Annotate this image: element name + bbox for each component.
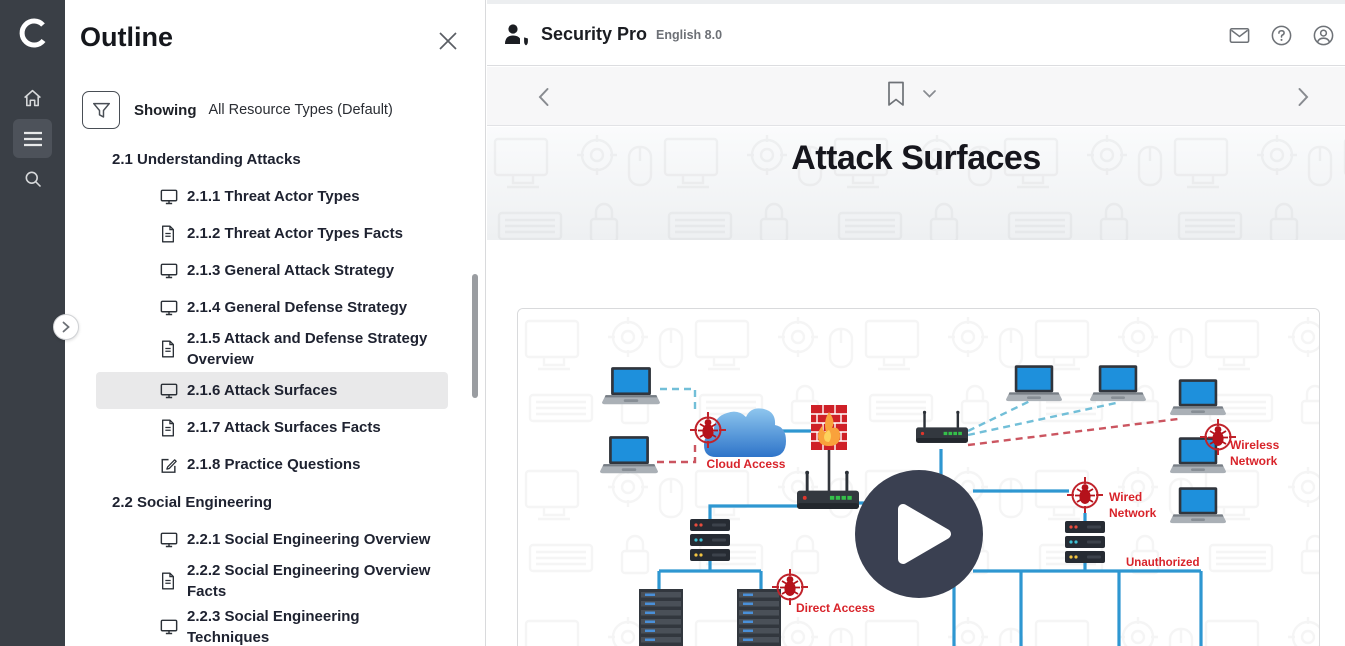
chevron-left-icon [537, 87, 550, 107]
video-lesson-icon [160, 531, 178, 549]
outline-item[interactable]: 2.2.2 Social Engineering Overview Facts [96, 558, 448, 604]
outline-item-label: 2.1.6 Attack Surfaces [187, 380, 337, 401]
outline-menu-button[interactable] [13, 119, 52, 158]
filter-showing-label: Showing [134, 102, 197, 119]
wireless-network-label-2: Network [1230, 454, 1278, 468]
wired-network-label: Wired [1109, 490, 1142, 504]
outline-section-label: 2.1 Understanding Attacks [96, 140, 448, 178]
outline-item[interactable]: 2.2.3 Social Engineering Techniques [96, 604, 448, 646]
close-icon [438, 31, 458, 51]
attack-surfaces-diagram: Cloud Access [518, 309, 1319, 646]
bookmark-group [887, 81, 936, 107]
video-lesson-icon [160, 618, 178, 636]
bookmark-icon [887, 81, 905, 107]
video-lesson-icon [160, 382, 178, 400]
outline-item-label: 2.1.2 Threat Actor Types Facts [187, 223, 403, 244]
outline-item[interactable]: 2.1.8 Practice Questions [96, 446, 448, 483]
outline-item[interactable]: 2.1.4 General Defense Strategy [96, 289, 448, 326]
document-icon [160, 340, 178, 358]
chevron-right-icon [1297, 87, 1310, 107]
outline-item-label: 2.1.4 General Defense Strategy [187, 297, 407, 318]
home-icon [22, 88, 43, 109]
outline-item-label: 2.1.8 Practice Questions [187, 454, 360, 475]
outline-item[interactable]: 2.1.3 General Attack Strategy [96, 252, 448, 289]
brand-logo[interactable] [0, 16, 65, 55]
course-title: Security Pro [541, 24, 647, 45]
wireless-network-label: Wireless [1230, 438, 1280, 452]
brand-c-icon [16, 16, 50, 50]
menu-outline-icon [23, 131, 43, 147]
search-button[interactable] [13, 159, 52, 198]
document-icon [160, 572, 178, 590]
outline-close-button[interactable] [435, 28, 461, 54]
video-lesson-icon [160, 299, 178, 317]
outline-item-selected[interactable]: 2.1.6 Attack Surfaces [96, 372, 448, 409]
direct-access-label: Direct Access [796, 601, 875, 615]
outline-item[interactable]: 2.2.1 Social Engineering Overview [96, 521, 448, 558]
filter-value: All Resource Types (Default) [209, 102, 393, 118]
course-header: Security Pro English 8.0 [487, 4, 1345, 66]
video-lesson-icon [160, 188, 178, 206]
outline-scrollbar-thumb[interactable] [472, 274, 478, 398]
search-icon [23, 169, 43, 189]
firewall-icon [811, 405, 847, 450]
outline-section-label: 2.2 Social Engineering [96, 483, 448, 521]
bookmark-button[interactable] [887, 81, 905, 107]
filter-button[interactable] [82, 91, 120, 129]
document-icon [160, 419, 178, 437]
outline-item-label: 2.1.5 Attack and Defense Strategy Overvi… [187, 328, 442, 370]
outline-item[interactable]: 2.1.1 Threat Actor Types [96, 178, 448, 215]
lesson-banner: Attack Surfaces [487, 127, 1345, 240]
security-pro-course-icon [503, 23, 531, 47]
outline-item[interactable]: 2.1.5 Attack and Defense Strategy Overvi… [96, 326, 448, 372]
outline-item[interactable]: 2.1.7 Attack Surfaces Facts [96, 409, 448, 446]
lesson-navbar [487, 67, 1345, 126]
outline-list: 2.1 Understanding Attacks 2.1.1 Threat Ac… [96, 140, 448, 646]
outline-item-label: 2.2.2 Social Engineering Overview Facts [187, 560, 442, 602]
outline-item-label: 2.2.3 Social Engineering Techniques [187, 606, 442, 646]
main-content: Security Pro English 8.0 [487, 0, 1345, 646]
outline-item[interactable]: 2.1.2 Threat Actor Types Facts [96, 215, 448, 252]
mail-button[interactable] [1227, 23, 1251, 47]
server-stack-icon [690, 519, 730, 561]
labsim-window: Outline Showing All Resource Types (Defa… [0, 0, 1345, 646]
unauthorized-label: Unauthorized [1126, 557, 1199, 569]
server-rack-icon [639, 589, 683, 646]
account-icon [1312, 24, 1335, 47]
mail-icon [1228, 24, 1251, 47]
panel-expand-button[interactable] [53, 314, 79, 340]
home-button[interactable] [13, 79, 52, 118]
video-lesson-icon [160, 262, 178, 280]
filter-row: Showing All Resource Types (Default) [82, 91, 393, 129]
page-title: Attack Surfaces [487, 139, 1345, 178]
document-icon [160, 225, 178, 243]
wired-network-label-2: Network [1109, 506, 1157, 520]
header-actions [1227, 4, 1335, 66]
bookmark-menu-button[interactable] [923, 90, 936, 98]
chevron-right-icon [61, 321, 71, 333]
next-lesson-button[interactable] [1291, 85, 1315, 109]
server-rack-icon [737, 589, 781, 646]
server-stack-icon [1065, 521, 1105, 563]
help-icon [1270, 24, 1293, 47]
outline-item-label: 2.2.1 Social Engineering Overview [187, 529, 430, 550]
cloud-access-label: Cloud Access [707, 457, 786, 471]
filter-funnel-icon [92, 101, 111, 120]
outline-item-label: 2.1.7 Attack Surfaces Facts [187, 417, 381, 438]
outline-item-label: 2.1.3 General Attack Strategy [187, 260, 394, 281]
outline-item-label: 2.1.1 Threat Actor Types [187, 186, 360, 207]
video-player[interactable]: Cloud Access [517, 308, 1320, 646]
previous-lesson-button[interactable] [531, 85, 555, 109]
account-button[interactable] [1311, 23, 1335, 47]
help-button[interactable] [1269, 23, 1293, 47]
play-button[interactable] [855, 470, 983, 598]
outline-panel: Outline Showing All Resource Types (Defa… [65, 0, 486, 646]
course-edition: English 8.0 [656, 28, 722, 42]
outline-title: Outline [80, 22, 173, 53]
practice-questions-icon [160, 456, 178, 474]
chevron-down-icon [923, 90, 936, 98]
